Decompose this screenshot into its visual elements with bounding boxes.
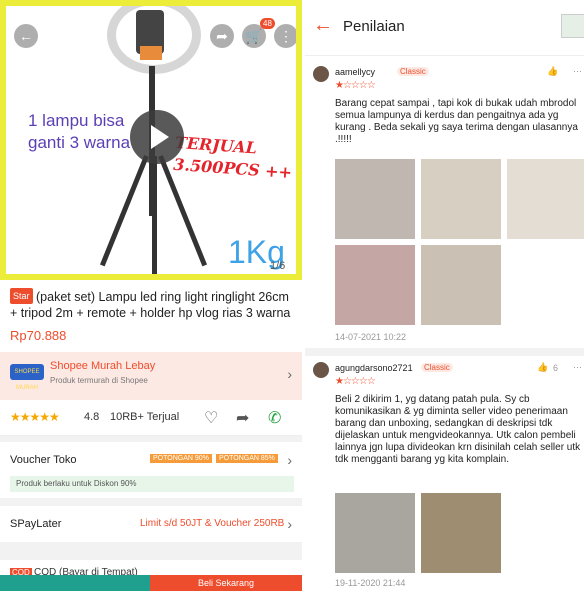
review-photo[interactable] [421, 493, 501, 573]
shop-banner[interactable]: SHOPEE MURAH Shopee Murah Lebay Produk t… [0, 352, 302, 400]
tripod-leg [99, 155, 149, 267]
reviews-panel: ← Penilaian aamellycy Classic 👍 ⋯ ★☆☆☆☆ … [305, 0, 584, 591]
avatar[interactable] [313, 66, 329, 82]
share-icon[interactable]: ➦ [210, 24, 234, 48]
hero-caption: 1 lampu bisa ganti 3 warna [28, 111, 131, 152]
voucher-chip: POTONGAN 90% [150, 454, 212, 463]
spaylater-label: SPayLater [10, 518, 62, 530]
whatsapp-icon[interactable]: ✆ [268, 408, 281, 428]
voucher-chip: POTONGAN 85% [216, 454, 278, 463]
member-badge: Classic [397, 67, 429, 76]
spaylater-row[interactable]: SPayLater Limit s/d 50JT & Voucher 250RB… [0, 506, 302, 542]
thumbs-up-icon[interactable]: 👍 [537, 362, 548, 373]
more-icon[interactable]: ⋮ [274, 24, 296, 48]
review-username[interactable]: agungdarsono2721 [335, 363, 413, 373]
chevron-right-icon: › [287, 452, 292, 468]
back-arrow-icon[interactable]: ← [313, 14, 333, 37]
voucher-section[interactable]: Voucher Toko POTONGAN 90% POTONGAN 85% ›… [0, 442, 302, 498]
more-icon[interactable]: ⋯ [573, 362, 582, 373]
like-count: 6 [553, 363, 559, 373]
shop-name: Shopee Murah Lebay [50, 360, 156, 372]
share-icon[interactable]: ➦ [236, 408, 249, 428]
review-text: Barang cepat sampai , tapi kok di bukak … [335, 98, 578, 145]
rating-row: ★★★★★ 4.8 10RB+ Terjual ♡ ➦ ✆ [0, 400, 302, 436]
back-icon[interactable]: ← [14, 24, 38, 48]
play-icon[interactable] [130, 110, 184, 164]
carousel-page-indicator: 1/6 [270, 260, 286, 272]
product-title: (paket set) Lampu led ring light ringlig… [10, 290, 291, 320]
shop-logo: SHOPEE MURAH [10, 364, 44, 391]
review-photo[interactable] [421, 159, 501, 239]
product-image-carousel[interactable]: 1 lampu bisa ganti 3 warna TERJUAL 3.500… [0, 0, 302, 280]
cart-count-badge: 48 [260, 18, 275, 29]
rating-value: 4.8 [84, 411, 100, 423]
divider [305, 348, 584, 356]
shop-subtitle: Produk termurah di Shopee [50, 376, 148, 385]
bottom-action-bar: Beli Sekarang [0, 575, 302, 591]
product-price: Rp70.888 [10, 328, 67, 343]
spaylater-promo: Limit s/d 50JT & Voucher 250RB [140, 518, 285, 529]
member-badge: Classic [421, 363, 453, 372]
map-icon[interactable] [561, 14, 584, 38]
review-username[interactable]: aamellycy [335, 67, 375, 77]
sold-count: 10RB+ Terjual [110, 411, 180, 423]
phone-holder-image [140, 46, 162, 60]
review-photo[interactable] [335, 245, 415, 325]
chevron-right-icon: › [287, 366, 292, 382]
review-date: 19-11-2020 21:44 [335, 578, 406, 588]
review-photo[interactable] [335, 493, 415, 573]
avatar[interactable] [313, 362, 329, 378]
review-text: Beli 2 dikirim 1, yg datang patah pula. … [335, 394, 581, 465]
hero-sold-caption: TERJUAL 3.500PCS ++ [172, 132, 293, 183]
reviews-header: ← Penilaian [305, 0, 584, 56]
thumbs-up-icon[interactable]: 👍 [547, 66, 558, 77]
voucher-note: Produk berlaku untuk Diskon 90% [10, 476, 294, 492]
rating-stars: ★★★★★ [10, 410, 60, 424]
heart-icon[interactable]: ♡ [204, 408, 218, 428]
review-stars: ★☆☆☆☆ [335, 376, 376, 387]
review-photo[interactable] [421, 245, 501, 325]
more-icon[interactable]: ⋯ [573, 66, 582, 77]
star-seller-badge: Star [10, 288, 33, 304]
review-photo[interactable] [335, 159, 415, 239]
review-stars: ★☆☆☆☆ [335, 80, 376, 91]
product-detail-panel: 1 lampu bisa ganti 3 warna TERJUAL 3.500… [0, 0, 302, 591]
product-title-section: Star (paket set) Lampu led ring light ri… [0, 280, 302, 352]
chat-cart-buttons[interactable] [0, 575, 150, 591]
tripod-leg [152, 156, 157, 274]
review-date: 14-07-2021 10:22 [335, 332, 407, 342]
review-photo[interactable] [507, 159, 584, 239]
buy-now-button[interactable]: Beli Sekarang [150, 575, 302, 591]
product-title-block: Star (paket set) Lampu led ring light ri… [10, 288, 292, 321]
voucher-label: Voucher Toko [10, 454, 77, 466]
chevron-right-icon: › [287, 516, 292, 532]
page-title: Penilaian [343, 18, 405, 35]
